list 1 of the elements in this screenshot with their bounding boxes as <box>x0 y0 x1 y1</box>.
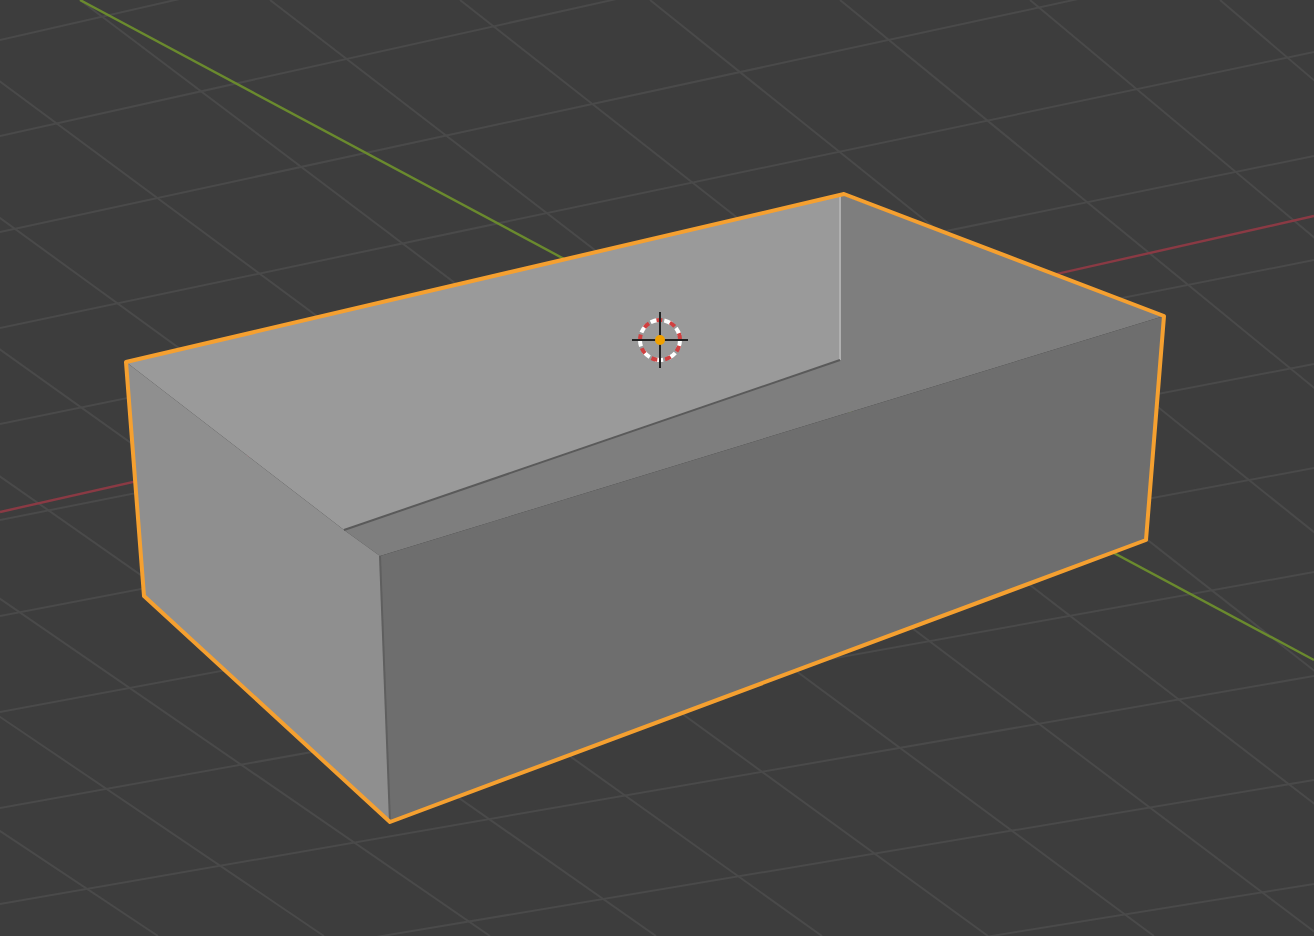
3d-cursor-icon[interactable] <box>631 311 689 369</box>
